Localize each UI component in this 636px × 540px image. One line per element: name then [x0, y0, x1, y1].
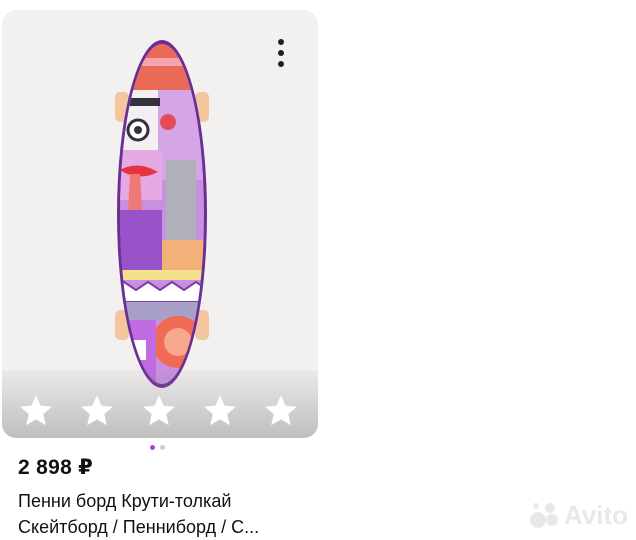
avito-logo-icon — [530, 503, 558, 528]
avito-watermark-text: Avito — [564, 500, 629, 530]
pagination-dot-active[interactable] — [150, 444, 155, 450]
listing-title-line-1: Пенни борд Крути-толкай — [18, 491, 232, 511]
gallery-pagination — [150, 443, 165, 451]
star-icon[interactable] — [17, 392, 55, 430]
more-vertical-icon — [278, 39, 284, 67]
star-icon[interactable] — [140, 392, 178, 430]
star-icon[interactable] — [201, 392, 239, 430]
rating-stars — [2, 370, 318, 438]
more-options-button[interactable] — [264, 36, 298, 70]
star-icon[interactable] — [262, 392, 300, 430]
listing-price: 2 898 ₽ — [18, 456, 94, 479]
avito-watermark: Avito — [528, 496, 632, 536]
image-gallery[interactable] — [2, 10, 318, 438]
listing-title-line-2: Скейтборд / Пенниборд / С... — [18, 517, 260, 537]
star-icon[interactable] — [78, 392, 116, 430]
listing-title-link[interactable]: Пенни борд Крути-толкай Скейтборд / Пенн… — [18, 488, 308, 540]
listing-card[interactable]: 2 898 ₽ Пенни борд Крути-толкай Скейтбор… — [0, 0, 320, 540]
pagination-dot[interactable] — [160, 444, 165, 450]
